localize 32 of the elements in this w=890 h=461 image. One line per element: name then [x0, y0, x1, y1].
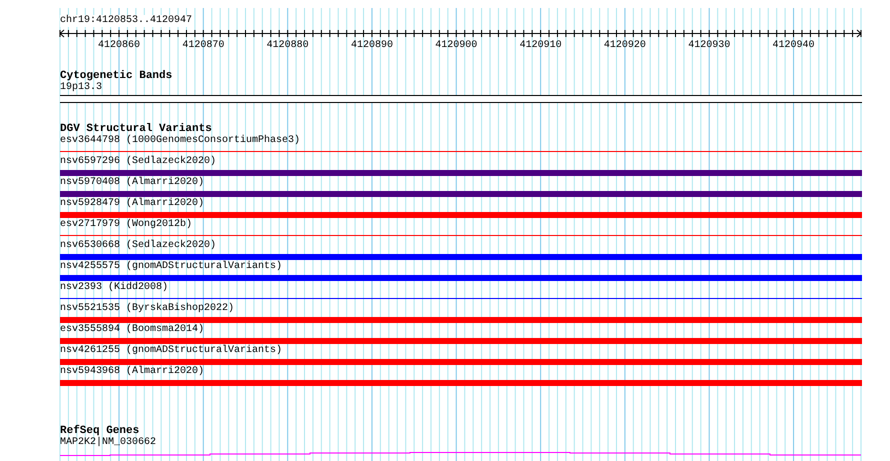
gene-intron-line[interactable]: [60, 451, 861, 457]
variant-label: nsv6597296 (Sedlazeck2020): [60, 156, 216, 168]
track-title: RefSeq Genes: [60, 425, 140, 437]
location-label: chr19:4120853..4120947: [60, 15, 192, 27]
variant-bar[interactable]: [60, 274, 862, 280]
variant-bar[interactable]: [60, 170, 862, 176]
tick-label: 4120900: [435, 40, 478, 50]
band-label: 19p13.3: [60, 82, 102, 94]
variant-bar[interactable]: [60, 190, 862, 196]
variant-label: esv2717979 (Wong2012b): [60, 219, 192, 231]
tick-label: 4120880: [266, 40, 309, 50]
tick-label: 4120920: [604, 40, 646, 50]
variant-label: nsv5970408 (Almarri2020): [60, 177, 204, 189]
tick-label: 4120910: [520, 40, 562, 50]
tick-label: 4120860: [98, 40, 140, 50]
track-title: DGV Structural Variants: [60, 123, 212, 135]
variant-label: nsv4261255 (gnomADStructuralVariants): [60, 345, 282, 357]
variant-label: nsv5943968 (Almarri2020): [60, 366, 204, 378]
variant-label: nsv5521535 (ByrskaBishop2022): [60, 303, 234, 315]
tick-label: 4120940: [772, 40, 815, 50]
tick-label: 4120930: [688, 40, 730, 50]
variant-label: esv3555894 (Boomsma2014): [60, 324, 204, 336]
gene-label[interactable]: MAP2K2|NM_030662: [60, 437, 156, 449]
track-title: Cytogenetic Bands: [60, 70, 172, 82]
variant-label: esv3644798 (1000GenomesConsortiumPhase3): [60, 135, 300, 147]
variant-label: nsv6530668 (Sedlazeck2020): [60, 240, 216, 252]
tick-label: 4120870: [182, 40, 224, 50]
tick-label: 4120890: [350, 40, 393, 50]
variant-label: nsv2393 (Kidd2008): [60, 282, 168, 294]
variant-label: nsv5928479 (Almarri2020): [60, 198, 204, 210]
variant-bar[interactable]: [60, 254, 862, 260]
variant-label: nsv4255575 (gnomADStructuralVariants): [60, 261, 282, 273]
